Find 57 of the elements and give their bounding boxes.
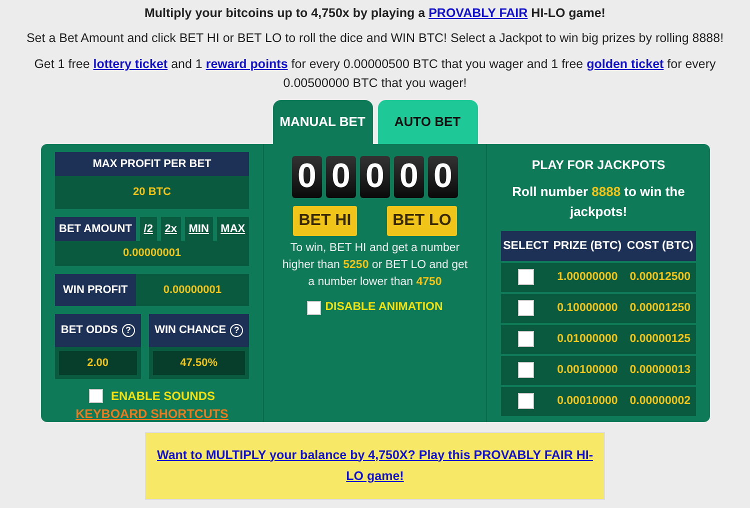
bet-adjust-button[interactable]: MAX [216, 216, 249, 241]
dice-digit: 0 [292, 156, 322, 198]
dice-digit: 0 [326, 156, 356, 198]
cost-cell: 0.00001250 [624, 294, 696, 324]
dice-digit: 0 [360, 156, 390, 198]
text-link[interactable]: reward points [206, 56, 288, 71]
bet-button[interactable]: BET HI [292, 206, 358, 236]
max-profit-label: MAX PROFIT PER BET [55, 152, 249, 176]
bet-adjust-button[interactable]: /2 [140, 216, 157, 241]
prize-cell: 0.00010000 [550, 387, 624, 416]
text-link[interactable]: PROVABLY FAIR [428, 6, 528, 20]
checkbox[interactable] [88, 389, 103, 403]
cost-cell: 0.00000002 [624, 387, 696, 416]
dice-digit: 0 [394, 156, 424, 198]
checkbox[interactable] [518, 300, 534, 316]
jackpots-title: PLAY FOR JACKPOTS [530, 156, 666, 174]
prize-cell: 0.00100000 [550, 356, 624, 386]
cost-cell: 0.00012500 [624, 263, 696, 292]
bet-amount-field[interactable]: 0.00000001 [55, 241, 249, 266]
checkbox[interactable] [518, 393, 534, 410]
rule-text: To win, BET HI and get a number higher than 5250 or BET LO and get a number lower than 4750 [281, 240, 469, 290]
intro-paragraph: Set a Bet Amount and click BET HI or BET LO to roll the dice and WIN BTC! Select a Jackpot to win big prizes by rolling 8888! [25, 30, 725, 48]
checkbox-label: ENABLE SOUNDS [110, 388, 215, 405]
stat-label: BET ODDS [60, 323, 118, 338]
checkbox[interactable] [307, 300, 322, 315]
prize-cell: 0.10000000 [550, 294, 624, 324]
checkbox[interactable] [518, 331, 534, 348]
headline: Multiply your bitcoins up to 4,750x by playing a PROVABLY FAIR HI-LO game! [144, 5, 606, 22]
column-header: PRIZE (BTC) [550, 231, 624, 262]
checkbox-label: DISABLE ANIMATION [325, 300, 443, 316]
tab[interactable]: MANUAL BET [272, 100, 372, 144]
win-profit-value: 0.00000001 [136, 274, 249, 306]
stat-label: WIN CHANCE [154, 323, 226, 338]
checkbox[interactable] [518, 362, 534, 378]
intro-paragraph: Get 1 free lottery ticket and 1 reward points for every 0.00000500 BTC that you wager and 1 free golden ticket for every 0.00500000 BTC that you wager! [33, 56, 717, 92]
bet-button[interactable]: BET LO [386, 206, 458, 236]
bet-amount-label: BET AMOUNT [55, 216, 136, 241]
cost-cell: 0.00000013 [624, 356, 696, 386]
bet-adjust-button[interactable]: 2x [160, 216, 181, 241]
checkbox[interactable] [518, 269, 534, 286]
column-header: COST (BTC) [624, 231, 696, 262]
help-icon[interactable]: ? [230, 324, 244, 337]
tab[interactable]: AUTO BET [378, 100, 478, 144]
text-link[interactable]: lottery ticket [93, 56, 168, 71]
stat-value: 2.00 [59, 350, 137, 375]
text-link[interactable]: golden ticket [586, 56, 664, 71]
stat-value: 47.50% [152, 350, 245, 375]
jackpots-note: Roll number 8888 to win the jackpots! [511, 183, 686, 221]
max-profit-value: 20 BTC [55, 176, 249, 208]
cost-cell: 0.00000125 [624, 325, 696, 354]
prize-cell: 1.00000000 [550, 263, 624, 292]
bet-adjust-button[interactable]: MIN [184, 216, 213, 241]
win-profit-label: WIN PROFIT [55, 274, 136, 306]
help-icon[interactable]: ? [122, 324, 135, 337]
prize-cell: 0.01000000 [550, 325, 624, 354]
column-header: SELECT [501, 231, 551, 262]
dice-digit: 0 [428, 156, 458, 198]
